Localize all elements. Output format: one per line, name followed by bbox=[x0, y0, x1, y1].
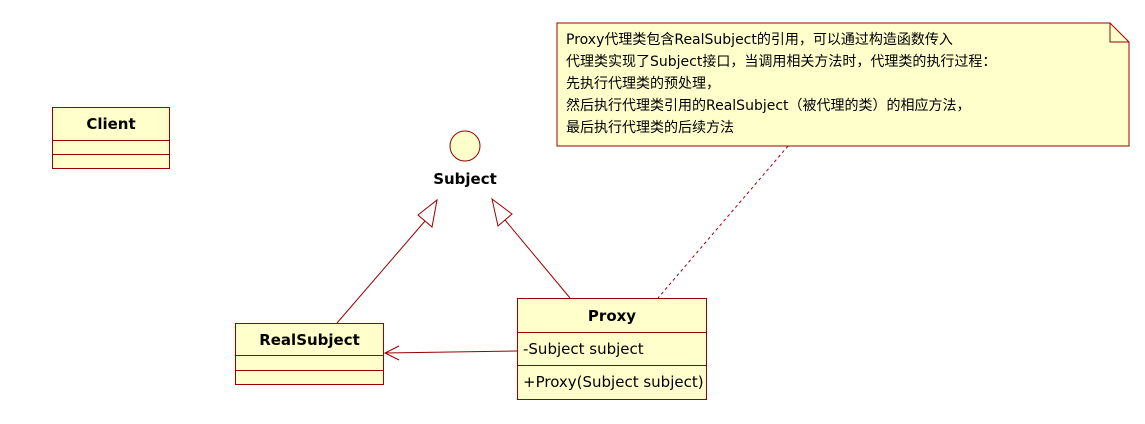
proxy-realsubject-association-line bbox=[384, 350, 518, 354]
realsubject-attributes bbox=[236, 356, 383, 371]
proxy-class[interactable]: Proxy -Subject subject +Proxy(Subject su… bbox=[517, 298, 707, 400]
note: Proxy代理类包含RealSubject的引用，可以通过构造函数传入 代理类实… bbox=[566, 29, 1106, 139]
note-line: 最后执行代理类的后续方法 bbox=[566, 120, 734, 136]
proxy-operation: +Proxy(Subject subject) bbox=[523, 373, 704, 391]
realsubject-realization-line bbox=[336, 220, 426, 324]
note-anchor-line bbox=[657, 145, 789, 299]
proxy-class-name: Proxy bbox=[518, 299, 706, 333]
realsubject-class-name: RealSubject bbox=[236, 324, 383, 356]
subject-interface-label[interactable]: Subject bbox=[425, 170, 505, 188]
note-line: Proxy代理类包含RealSubject的引用，可以通过构造函数传入 bbox=[566, 32, 953, 48]
realsubject-realization-arrowhead bbox=[417, 198, 438, 228]
note-line: 代理类实现了Subject接口，当调用相关方法时，代理类的执行过程： bbox=[566, 54, 997, 70]
client-operations bbox=[53, 155, 169, 168]
proxy-realization-line bbox=[504, 219, 571, 299]
note-line: 先执行代理类的预处理， bbox=[566, 76, 720, 92]
realsubject-operations bbox=[236, 371, 383, 384]
client-attributes bbox=[53, 141, 169, 155]
proxy-realization-arrowhead bbox=[491, 197, 513, 227]
client-class[interactable]: Client bbox=[52, 107, 170, 169]
subject-interface-circle bbox=[449, 130, 481, 162]
client-class-name: Client bbox=[53, 108, 169, 141]
proxy-attribute: -Subject subject bbox=[518, 333, 706, 366]
realsubject-class[interactable]: RealSubject bbox=[235, 323, 384, 385]
note-line: 然后执行代理类引用的RealSubject（被代理的类）的相应方法， bbox=[566, 98, 971, 114]
